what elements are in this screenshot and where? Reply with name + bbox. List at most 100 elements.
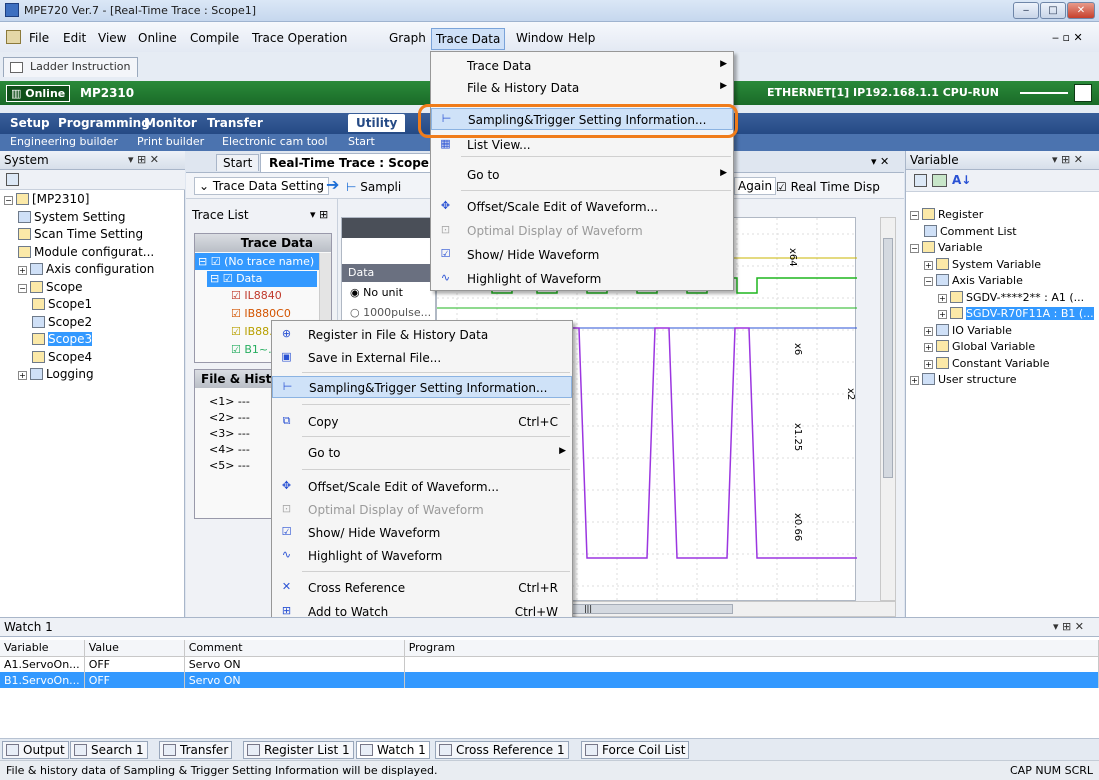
menu-item[interactable]: ☑ Show/ Hide Waveform — [431, 244, 733, 266]
trace-data-item[interactable]: ⊟ ☑ Data — [207, 271, 317, 287]
watch-panel-controls[interactable]: ▾ ⊞ ✕ — [1053, 620, 1084, 633]
watch-row[interactable]: A1.ServoOn... OFF Servo ON — [0, 656, 1099, 672]
history-item[interactable]: <4> --- — [209, 442, 250, 458]
tree-item[interactable]: + User structure — [910, 372, 1017, 390]
trace-list-pin[interactable]: ▾ ⊞ — [310, 208, 328, 221]
history-item[interactable]: <3> --- — [209, 426, 250, 442]
expand-toggle-icon[interactable]: + — [18, 371, 27, 380]
col-program[interactable]: Program — [404, 640, 1099, 656]
ladder-instruction-tab[interactable]: Ladder Instruction — [3, 57, 138, 77]
subtab-start[interactable]: Start — [348, 135, 375, 148]
expand-toggle-icon[interactable]: − — [924, 277, 933, 286]
close-button[interactable]: ✕ — [1067, 2, 1095, 19]
expand-toggle-icon[interactable]: − — [18, 283, 27, 293]
menu-item[interactable]: ☑ Show/ Hide Waveform — [272, 522, 572, 544]
tree-item[interactable]: System Setting — [18, 209, 126, 227]
tab-realtime-trace[interactable]: Real-Time Trace : Scope1 — [260, 153, 447, 172]
menu-item[interactable]: ⧉ Copy Ctrl+C — [272, 411, 572, 433]
watch-row-selected[interactable]: B1.ServoOn... OFF Servo ON — [0, 672, 1099, 688]
expand-toggle-icon[interactable]: + — [924, 326, 933, 336]
tree-item[interactable]: + Constant Variable — [924, 356, 1050, 374]
add-variable-icon[interactable] — [932, 174, 947, 187]
tab-utility[interactable]: Utility — [348, 114, 406, 132]
menu-item[interactable]: ▣ Save in External File... — [272, 347, 572, 369]
again-button[interactable]: Again — [734, 177, 777, 195]
tab-programming[interactable]: Programming — [58, 116, 150, 130]
col-comment[interactable]: Comment — [184, 640, 405, 656]
tab-monitor[interactable]: Monitor — [144, 116, 197, 130]
trace-root-item[interactable]: ⊟ ☑ (No trace name) — [195, 253, 319, 270]
menu-help[interactable]: Help — [568, 31, 595, 45]
tab-register-list[interactable]: Register List 1 — [243, 741, 354, 759]
menu-online[interactable]: Online — [138, 31, 177, 45]
col-value[interactable]: Value — [84, 640, 185, 656]
tab-start-page[interactable]: Start — [216, 154, 260, 171]
expand-toggle-icon[interactable]: + — [938, 310, 947, 319]
menu-window[interactable]: Window — [516, 31, 563, 45]
tree-item[interactable]: + Axis configuration — [18, 261, 154, 279]
menu-item[interactable]: Go to ▶ — [272, 442, 572, 464]
menu-item[interactable]: ✥ Offset/Scale Edit of Waveform... — [272, 476, 572, 498]
expand-toggle-icon[interactable]: + — [18, 266, 27, 275]
tree-item[interactable]: Scan Time Setting — [18, 226, 143, 244]
menu-item[interactable]: ∿ Highlight of Waveform — [431, 268, 733, 290]
tree-item[interactable]: + Logging — [18, 366, 94, 384]
maximize-button[interactable]: □ — [1040, 2, 1066, 19]
menu-edit[interactable]: Edit — [63, 31, 86, 45]
graph-vscrollbar[interactable] — [880, 217, 896, 601]
subtab-electronic-cam-tool[interactable]: Electronic cam tool — [222, 135, 328, 148]
refresh-variables-icon[interactable] — [914, 174, 927, 187]
col-variable[interactable]: Variable — [0, 640, 85, 656]
tab-search[interactable]: Search 1 — [70, 741, 148, 759]
menu-item[interactable]: Trace Data ▶ — [431, 55, 733, 77]
menu-item[interactable]: ⊕ Register in File & History Data — [272, 324, 572, 346]
menu-item[interactable]: File & History Data ▶ — [431, 77, 733, 99]
tree-item[interactable]: − Axis Variable — [924, 273, 1023, 291]
expand-toggle-icon[interactable]: + — [910, 376, 919, 385]
menu-compile[interactable]: Compile — [190, 31, 239, 45]
tab-force-coil-list[interactable]: Force Coil List — [581, 741, 690, 759]
expand-toggle-icon[interactable]: + — [924, 359, 933, 369]
tab-watch[interactable]: Watch 1 — [356, 741, 430, 759]
history-item[interactable]: <5> --- — [209, 458, 250, 474]
history-item[interactable]: <2> --- — [209, 410, 250, 426]
realtime-display-toggle[interactable]: ☑ Real Time Disp — [776, 180, 880, 194]
tree-item[interactable]: Module configurat... — [18, 244, 154, 262]
variable-panel-controls[interactable]: ▾ ⊞ ✕ — [1052, 153, 1083, 166]
tree-item[interactable]: + IO Variable — [924, 323, 1012, 341]
expand-toggle-icon[interactable]: − — [4, 196, 13, 205]
tab-transfer-output[interactable]: Transfer — [159, 741, 233, 759]
tree-item[interactable]: Scope1 — [32, 296, 92, 314]
tree-item[interactable]: − Scope — [18, 279, 83, 297]
tree-item[interactable]: − Register — [910, 207, 983, 225]
system-panel-controls[interactable]: ▾ ⊞ ✕ — [128, 153, 159, 166]
menu-graph[interactable]: Graph — [389, 31, 426, 45]
menu-view[interactable]: View — [98, 31, 126, 45]
menu-file[interactable]: File — [29, 31, 49, 45]
sampling-button[interactable]: ⊢ Sampli — [346, 180, 401, 194]
doc-window-controls[interactable]: ‒ ▫ ✕ — [1052, 31, 1083, 44]
unit-radio-1[interactable]: ◉ No unit — [350, 286, 403, 299]
tab-output[interactable]: Output — [2, 741, 69, 759]
menu-item[interactable]: ⊢ Sampling&Trigger Setting Information... — [272, 376, 572, 398]
menu-item[interactable]: ✕ Cross Reference Ctrl+R — [272, 577, 572, 599]
tree-item[interactable]: Scope2 — [32, 314, 92, 332]
tab-transfer[interactable]: Transfer — [207, 116, 263, 130]
tab-setup[interactable]: Setup — [10, 116, 50, 130]
menu-trace-data[interactable]: Trace Data — [431, 28, 506, 50]
expand-toggle-icon[interactable]: + — [924, 343, 933, 352]
trace-data-setting-button[interactable]: ⌄ Trace Data Setting — [194, 177, 329, 195]
tree-item[interactable]: + SGDV-****2** : A1 (... — [938, 290, 1084, 308]
tree-item[interactable]: − [MP2310] — [4, 191, 90, 209]
tree-item[interactable]: + System Variable — [924, 257, 1041, 275]
document-tab-controls[interactable]: ▾ ✕ — [871, 155, 889, 168]
expand-toggle-icon[interactable]: + — [924, 260, 933, 270]
sort-icon[interactable]: A↓ — [952, 173, 971, 187]
expand-toggle-icon[interactable]: − — [910, 244, 919, 253]
menu-item[interactable]: Go to ▶ — [431, 164, 733, 186]
refresh-icon[interactable] — [6, 173, 19, 186]
tree-item[interactable]: − Variable — [910, 240, 983, 258]
menu-item[interactable]: ✥ Offset/Scale Edit of Waveform... — [431, 196, 733, 218]
unit-radio-2[interactable]: ○ 1000pulse... — [350, 306, 431, 319]
menu-item[interactable]: ∿ Highlight of Waveform — [272, 545, 572, 567]
